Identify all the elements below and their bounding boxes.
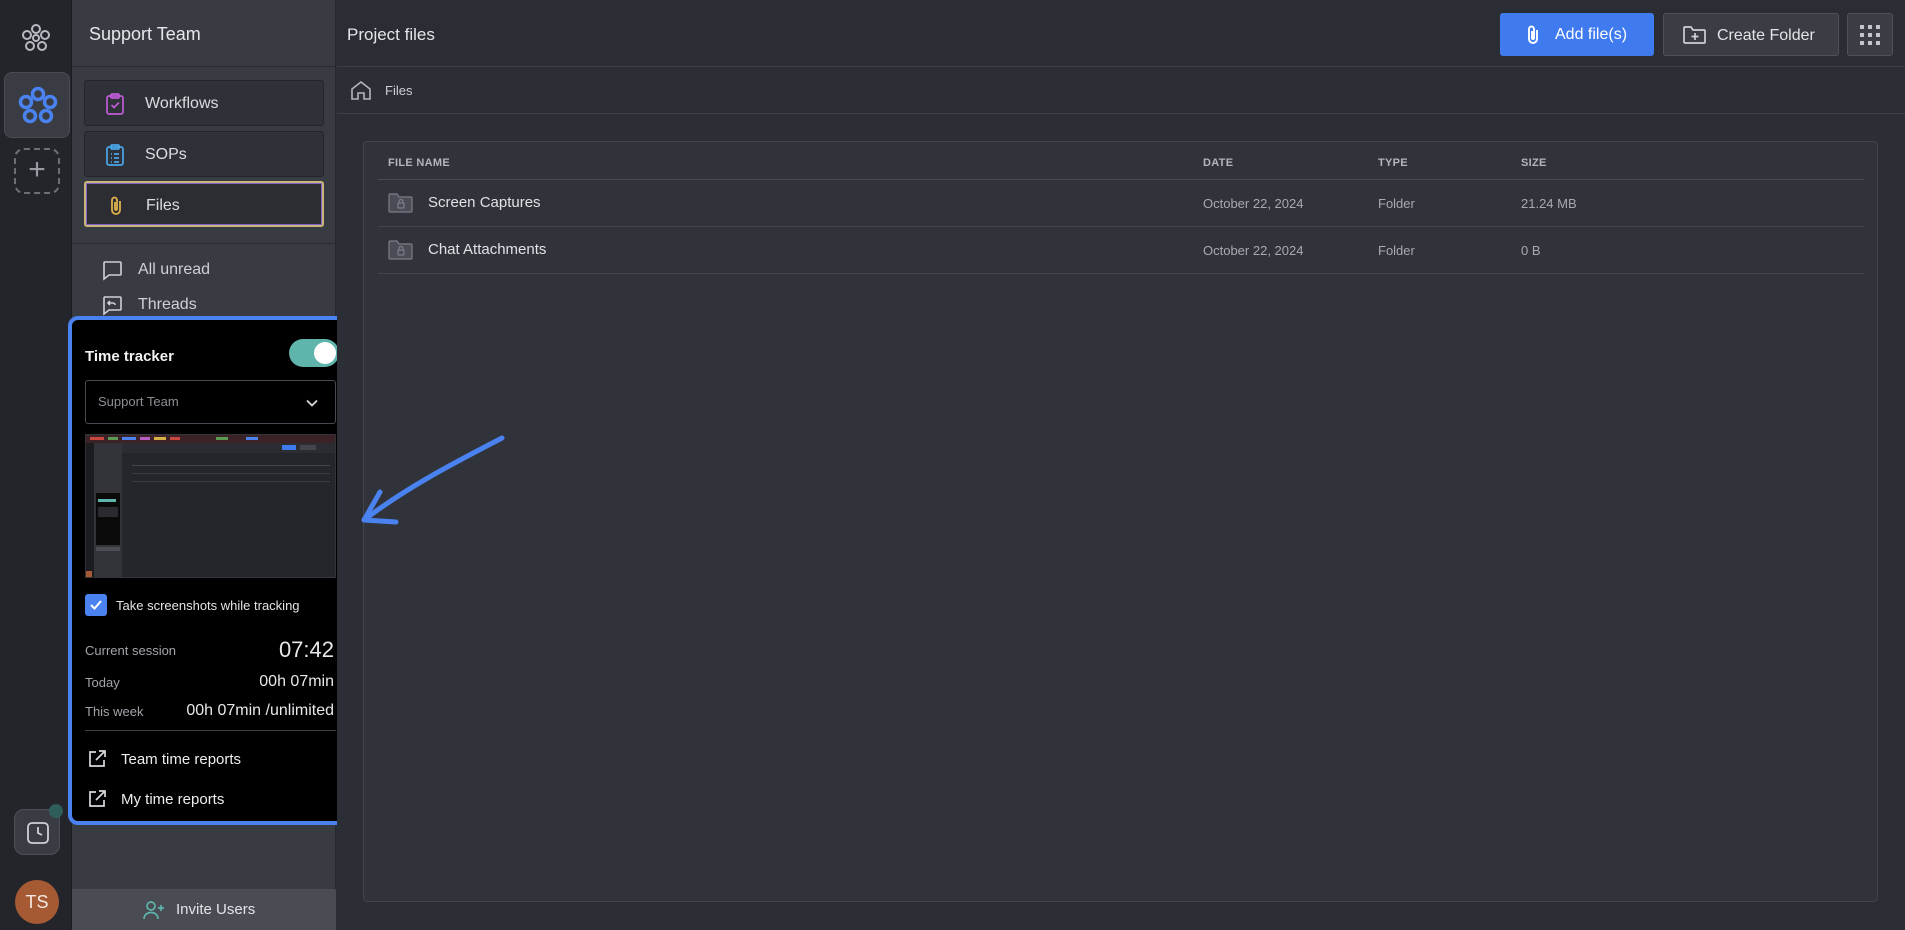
channel-label: Threads [138,296,197,313]
app-logo-icon[interactable] [20,22,52,54]
app-window: + TS Support Team Workflows SOPs Files A… [0,0,1905,930]
clock-icon [27,822,49,844]
screenshot-preview [85,434,336,578]
workspace-support-team[interactable] [4,72,70,138]
clipboard-check-icon [106,93,124,115]
link-label: Team time reports [121,751,242,768]
top-bar: Project files Add file(s) Create Folder [337,0,1905,67]
home-icon[interactable] [349,78,373,102]
divider [72,66,336,67]
create-folder-button[interactable]: Create Folder [1663,13,1839,56]
add-user-icon [143,901,164,920]
time-tracker-toggle[interactable] [289,339,339,367]
screenshot-checkbox-label: Take screenshots while tracking [116,598,300,613]
week-value: 00h 07min /unlimited [186,702,334,719]
table-row[interactable]: Screen Captures October 22, 2024 Folder … [378,180,1864,227]
current-session-label: Current session [85,643,177,658]
time-tracker-title: Time tracker [85,348,174,365]
invite-users-button[interactable]: Invite Users [72,889,336,930]
list-clipboard-icon [106,144,124,166]
table-row[interactable]: Chat Attachments October 22, 2024 Folder… [378,227,1864,274]
column-header-date[interactable]: DATE [1203,157,1233,169]
threads-icon [103,296,122,316]
files-table: FILE NAME DATE TYPE SIZE Screen Captures… [363,141,1878,902]
invite-users-label: Invite Users [176,901,256,918]
today-value: 00h 07min [259,673,334,690]
team-select-value: Support Team [98,394,179,409]
week-label: This week [85,704,144,719]
file-name: Chat Attachments [428,241,547,258]
breadcrumb: Files [337,68,1905,114]
user-avatar[interactable]: TS [15,880,59,924]
page-title: Project files [347,25,435,44]
divider [85,730,336,731]
create-folder-label: Create Folder [1717,27,1815,44]
file-date: October 22, 2024 [1203,243,1304,258]
team-title: Support Team [89,24,201,44]
file-name: Screen Captures [428,194,541,211]
add-files-label: Add file(s) [1555,26,1628,43]
breadcrumb-files[interactable]: Files [385,83,412,98]
locked-folder-icon [388,240,413,260]
locked-folder-icon [388,193,413,213]
chevron-down-icon [306,399,318,407]
today-label: Today [85,675,120,690]
divider [72,243,336,244]
current-session-value: 07:42 [278,637,334,662]
paperclip-icon [1528,25,1538,44]
tracker-status-dot [49,804,63,818]
channel-label: All unread [138,261,211,278]
grid-view-button[interactable] [1847,13,1893,56]
table-header: FILE NAME DATE TYPE SIZE [378,142,1864,180]
file-type: Folder [1378,196,1415,211]
add-files-button[interactable]: Add file(s) [1500,13,1654,56]
sidebar-item-workflows[interactable]: Workflows [84,80,324,126]
column-header-size[interactable]: SIZE [1521,157,1547,169]
file-type: Folder [1378,243,1415,258]
sidebar-item-label: Workflows [145,95,219,112]
external-link-icon [89,790,106,807]
folder-plus-icon [1683,26,1706,44]
add-workspace-button[interactable]: + [14,148,60,194]
external-link-icon [89,750,106,767]
check-icon [90,600,102,610]
toggle-knob [314,342,336,364]
column-header-file-name[interactable]: FILE NAME [388,157,450,169]
column-header-type[interactable]: TYPE [1378,157,1408,169]
main-content: Project files Add file(s) Create Folder [337,0,1905,930]
file-size: 0 B [1521,243,1541,258]
grid-icon [1860,25,1880,45]
link-label: My time reports [121,791,225,808]
sidebar-item-label: SOPs [145,146,187,163]
annotation-arrow-icon [361,435,505,525]
file-date: October 22, 2024 [1203,196,1304,211]
team-select[interactable]: Support Team [85,380,336,424]
file-size: 21.24 MB [1521,196,1577,211]
workspace-rail: + TS [0,0,72,930]
time-tracker-panel: Time tracker Support Team Take screensho… [68,316,351,825]
chat-bubble-icon [103,261,122,281]
sidebar-item-files[interactable]: Files [84,181,324,227]
time-tracker-button[interactable] [14,804,63,855]
sidebar-item-label: Files [146,197,180,214]
paperclip-icon [111,196,121,215]
screenshot-checkbox[interactable] [85,594,107,616]
sidebar-item-sops[interactable]: SOPs [84,131,324,177]
